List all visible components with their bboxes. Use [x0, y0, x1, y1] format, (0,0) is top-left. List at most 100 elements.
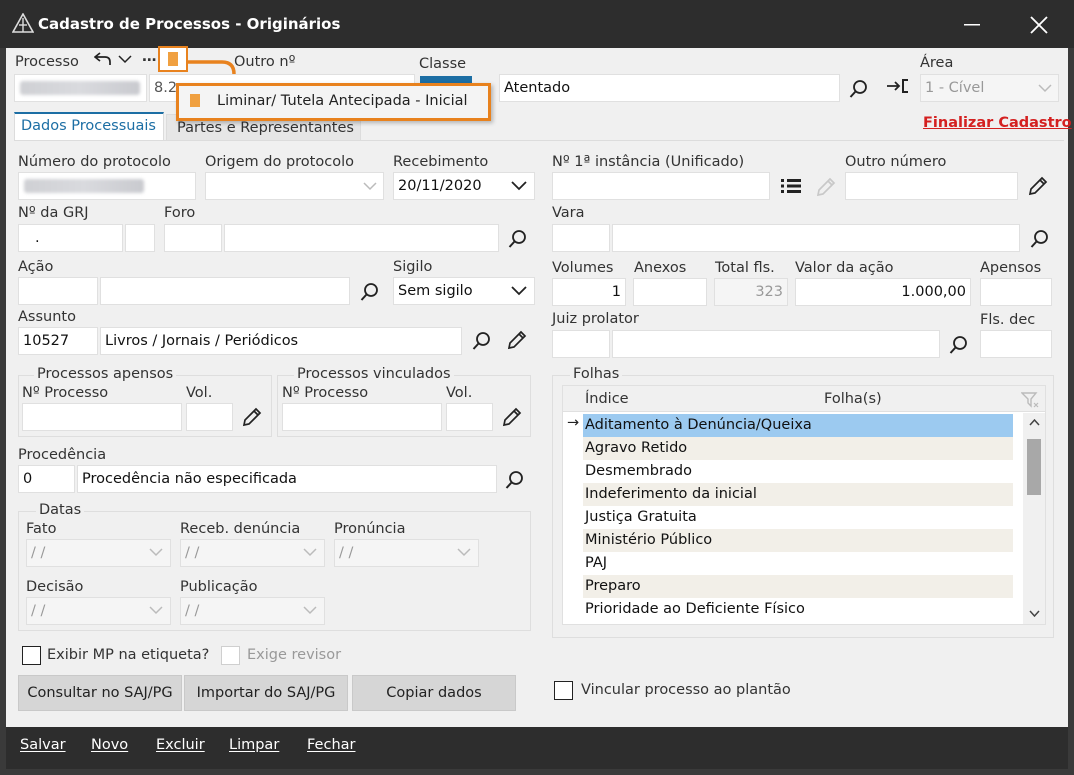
scrollbar-thumb[interactable] [1027, 439, 1041, 495]
grj-input[interactable]: . [18, 224, 123, 252]
minimize-icon[interactable] [964, 24, 980, 26]
salvar-button[interactable]: Salvar [20, 737, 66, 753]
procedencia-desc-input[interactable]: Procedência não especificada [77, 465, 497, 493]
window-body: Processo … Outro nº Classe Área 8.2 Aten… [6, 46, 1072, 727]
folhas-row[interactable]: Ministério Público [583, 529, 1013, 552]
acao-code-input[interactable] [18, 277, 98, 305]
apensos-vol-input[interactable] [186, 403, 233, 431]
search-icon[interactable] [505, 470, 525, 490]
folhas-row[interactable]: Desmembrado [583, 460, 1013, 483]
classe-label: Classe [419, 56, 467, 72]
chevron-down-icon[interactable] [118, 55, 132, 64]
search-icon[interactable] [949, 335, 969, 355]
folhas-row[interactable]: Aditamento à Denúncia/Queixa [583, 414, 1013, 437]
vinculados-processo-input[interactable] [282, 403, 442, 431]
apensos-processo-input[interactable] [22, 403, 182, 431]
primeira-instancia-input[interactable] [552, 172, 770, 200]
juiz-code-input[interactable] [552, 330, 610, 358]
procedencia-code: 0 [23, 471, 33, 487]
origem-protocolo-select[interactable] [205, 172, 384, 200]
folhas-row[interactable]: Indeferimento da inicial [583, 483, 1013, 506]
search-icon[interactable] [472, 331, 492, 351]
date-placeholder: / / [185, 545, 200, 561]
search-icon[interactable] [1030, 229, 1050, 249]
close-icon[interactable] [1030, 16, 1048, 34]
pencil-icon[interactable] [500, 405, 524, 429]
finalizar-cadastro-link[interactable]: Finalizar Cadastro [923, 115, 1072, 131]
outro-no-label: Outro nº [234, 54, 296, 70]
procedencia-desc: Procedência não especificada [82, 471, 297, 487]
filter-icon[interactable] [1021, 391, 1039, 409]
novo-button[interactable]: Novo [91, 737, 128, 753]
limpar-button[interactable]: Limpar [229, 737, 279, 753]
volumes-label: Volumes [552, 260, 614, 276]
folhas-row[interactable]: Justiça Gratuita [583, 506, 1013, 529]
folhas-row[interactable]: PAJ [583, 552, 1013, 575]
volumes-input[interactable]: 1 [552, 278, 626, 306]
foro-label: Foro [164, 205, 196, 221]
no-processo-label: Nº Processo [22, 385, 109, 401]
foro-name-input[interactable] [224, 224, 499, 252]
folhas-row[interactable]: Agravo Retido [583, 437, 1013, 460]
tab-label: Dados Processuais [21, 118, 156, 134]
col-indice-header[interactable]: Índice [585, 391, 629, 407]
juiz-prolator-label: Juiz prolator [552, 311, 639, 327]
search-icon[interactable] [849, 79, 869, 99]
chevron-down-icon [363, 182, 377, 191]
anexos-input[interactable] [633, 278, 707, 306]
vol-label: Vol. [186, 385, 213, 401]
popup-menu-item[interactable]: Liminar/ Tutela Antecipada - Inicial [217, 93, 468, 109]
search-icon[interactable] [360, 282, 380, 302]
chevron-down-icon[interactable] [511, 286, 527, 296]
apensos-input[interactable] [980, 278, 1052, 306]
folhas-row[interactable]: Preparo [583, 575, 1013, 598]
valor-acao-input[interactable]: 1.000,00 [795, 278, 971, 306]
search-icon[interactable] [508, 229, 528, 249]
pencil-icon[interactable] [505, 328, 529, 352]
folhas-scrollbar[interactable] [1023, 413, 1045, 624]
procedencia-code-input[interactable]: 0 [18, 465, 75, 493]
foro-code-input[interactable] [164, 224, 222, 252]
assunto-code-input[interactable]: 10527 [18, 327, 98, 355]
fechar-button[interactable]: Fechar [307, 737, 355, 753]
pencil-icon[interactable] [1026, 174, 1050, 198]
exibir-mp-checkbox[interactable] [22, 646, 41, 665]
exige-revisor-checkbox[interactable] [221, 646, 240, 665]
acao-name-input[interactable] [100, 277, 350, 305]
orange-flag-icon [168, 52, 178, 66]
import-arrow-icon[interactable] [886, 78, 910, 94]
outro-numero-input[interactable] [845, 172, 1018, 200]
excluir-button[interactable]: Excluir [156, 737, 205, 753]
vara-code-input[interactable] [552, 224, 610, 252]
tab-dados-processuais[interactable]: Dados Processuais [14, 112, 164, 140]
total-fls-value: 323 [755, 284, 783, 300]
col-folhas-header[interactable]: Folha(s) [824, 391, 882, 407]
vinculados-vol-input[interactable] [446, 403, 493, 431]
decisao-label: Decisão [26, 579, 84, 595]
folhas-row[interactable]: Prioridade ao Deficiente Físico [583, 598, 1013, 621]
processos-apensos-title: Processos apensos [34, 366, 177, 382]
copiar-dados-button[interactable]: Copiar dados [352, 675, 516, 711]
scroll-down-icon[interactable] [1029, 610, 1040, 617]
classe-input[interactable]: Atentado [499, 74, 840, 102]
folhas-row-label: PAJ [585, 555, 608, 571]
vara-name-input[interactable] [612, 224, 1020, 252]
juiz-name-input[interactable] [612, 330, 940, 358]
processo-number-partial: 8.2 [154, 80, 178, 96]
list-icon[interactable] [780, 178, 802, 194]
more-icon[interactable]: … [142, 49, 157, 65]
chevron-down-icon[interactable] [511, 181, 527, 191]
vincular-plantao-checkbox[interactable] [554, 681, 573, 700]
chevron-down-icon [149, 548, 163, 557]
current-row-arrow-icon: → [567, 415, 580, 431]
folhas-table: Índice Folha(s) → Aditamento à Denúncia/… [562, 385, 1046, 625]
grj-dv-input[interactable] [125, 224, 155, 252]
undo-icon[interactable] [94, 52, 112, 66]
pencil-icon[interactable] [240, 405, 264, 429]
publicacao-label: Publicação [180, 579, 258, 595]
scroll-up-icon[interactable] [1029, 419, 1040, 426]
importar-saj-button[interactable]: Importar do SAJ/PG [184, 675, 348, 711]
consultar-saj-button[interactable]: Consultar no SAJ/PG [18, 675, 182, 711]
assunto-desc-input[interactable]: Livros / Jornais / Periódicos [100, 327, 462, 355]
fls-dec-input[interactable] [980, 330, 1052, 358]
